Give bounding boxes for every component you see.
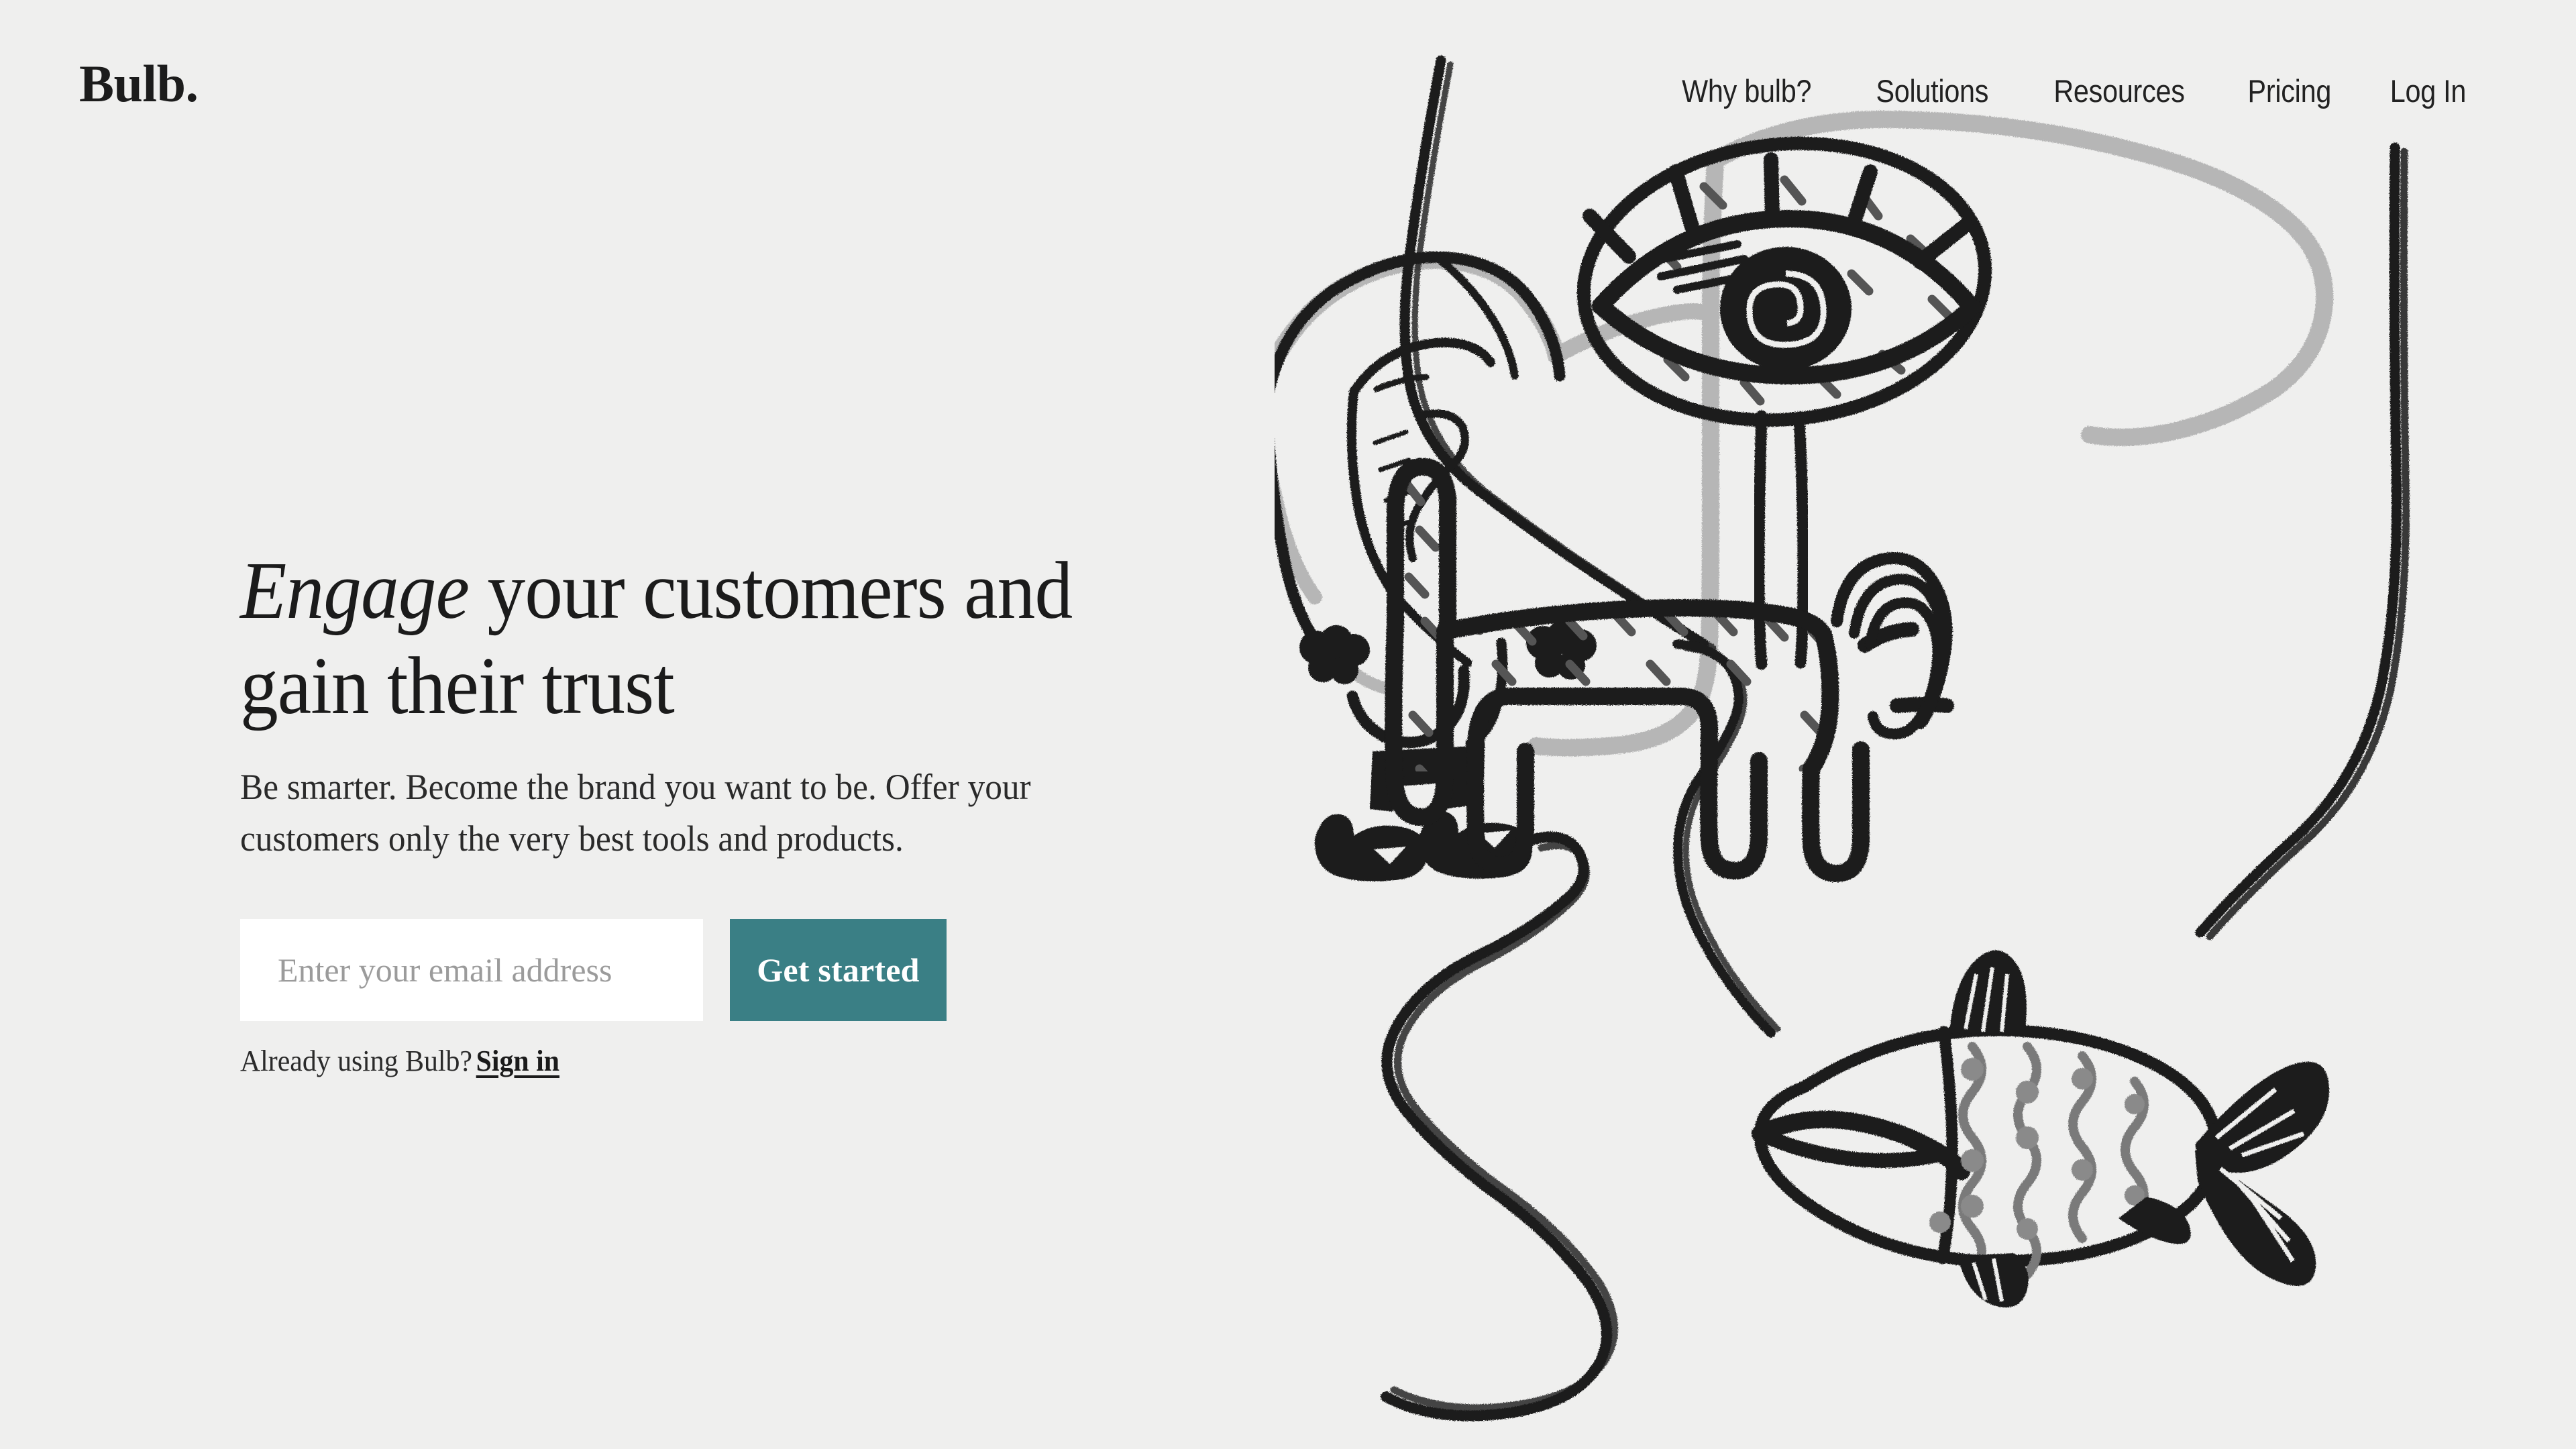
speckled-animal [1385, 458, 1953, 883]
lips-as-fish [1752, 950, 2330, 1307]
email-field[interactable] [240, 919, 703, 1021]
signup-form: Get started [240, 919, 947, 1021]
fish-pelvic-fin [1957, 1253, 2029, 1307]
get-started-button[interactable]: Get started [730, 919, 947, 1021]
signin-prompt: Already using Bulb? Sign in [240, 1044, 559, 1078]
hero-subtext: Be smarter. Become the brand you want to… [240, 767, 1031, 859]
abstract-face-svg [1275, 55, 2410, 1421]
headline-emphasis: Engage [240, 545, 470, 636]
page-title: Engage your customers and gain their tru… [240, 543, 1089, 733]
hero-illustration [1275, 40, 2576, 1449]
back-of-head-line [2195, 142, 2410, 941]
sign-in-link[interactable]: Sign in [476, 1044, 559, 1077]
signin-prompt-text: Already using Bulb? [240, 1044, 472, 1077]
fish-tail-fin [2195, 1061, 2330, 1286]
jaw-contour-line [1381, 831, 1619, 1421]
fish-dorsal-fin [1949, 950, 2027, 1034]
hero-section: Engage your customers and gain their tru… [240, 543, 1152, 864]
logo[interactable]: Bulb. [79, 58, 199, 110]
landing-page: Bulb. Why bulb? Solutions Resources Pric… [0, 0, 2576, 1449]
